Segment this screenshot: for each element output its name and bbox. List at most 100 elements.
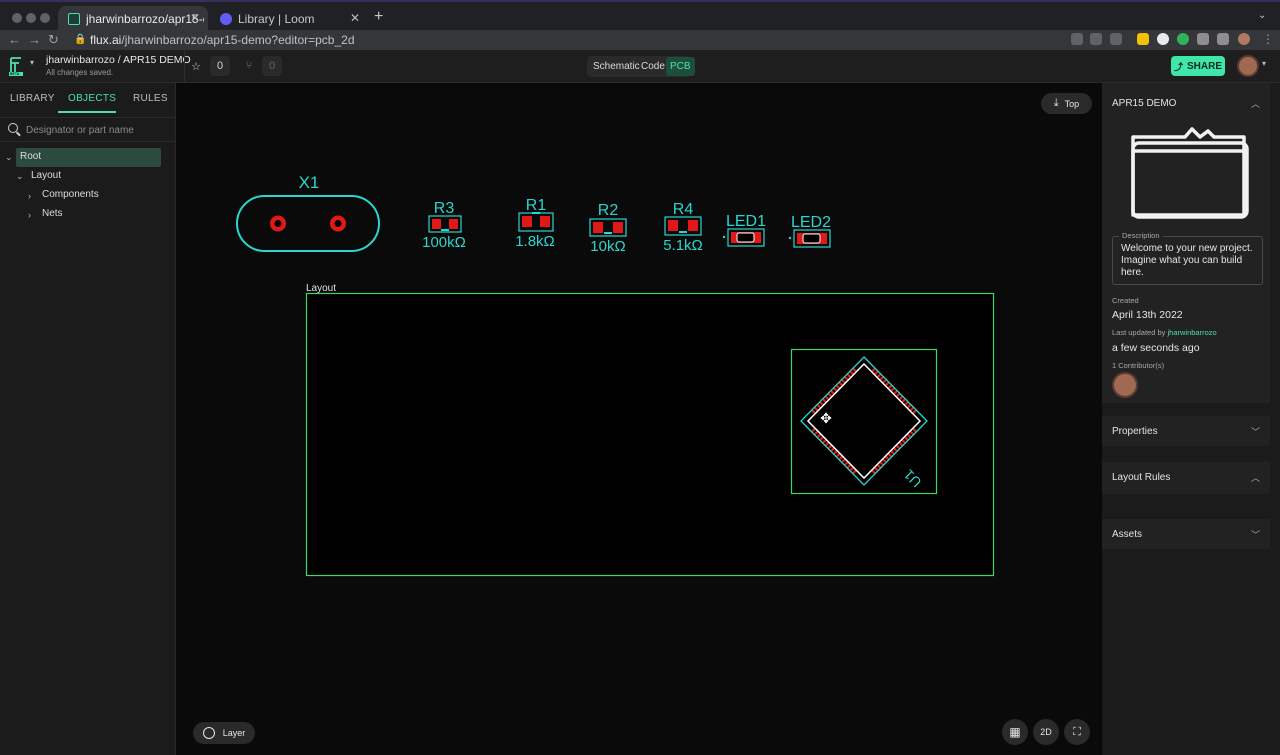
active-tab-underline bbox=[58, 111, 116, 113]
browser-tab-flux[interactable]: jharwinbarrozo/apr15-demo: W ✕ bbox=[58, 6, 208, 32]
star-icon[interactable]: ☆ bbox=[188, 56, 204, 76]
extension-yellow-icon[interactable] bbox=[1137, 33, 1149, 45]
extension-g-icon[interactable] bbox=[1157, 33, 1169, 45]
chevron-up-icon[interactable]: ︿ bbox=[1251, 471, 1260, 484]
pcb-canvas[interactable]: X1 R3 100kΩ R1 1.8kΩ R2 10kΩ R4 5.1kΩ LE… bbox=[176, 83, 1102, 755]
star-count: 0 bbox=[210, 56, 230, 76]
chevron-down-icon[interactable]: ﹀ bbox=[1251, 528, 1260, 541]
window-close-dot[interactable] bbox=[12, 13, 22, 23]
share-button[interactable]: ⤴ SHARE bbox=[1171, 56, 1225, 76]
install-icon[interactable] bbox=[1071, 33, 1083, 45]
tab-rules[interactable]: RULES bbox=[133, 93, 168, 104]
chevron-down-icon[interactable]: ﹀ bbox=[1251, 425, 1260, 438]
loom-favicon-icon bbox=[220, 13, 232, 25]
user-avatar[interactable] bbox=[1237, 55, 1259, 77]
logo-menu-chevron-icon[interactable]: ▾ bbox=[30, 58, 34, 67]
project-info-section: APR15 DEMO ︿ Description Welcome to your… bbox=[1102, 83, 1270, 403]
flux-logo-icon[interactable]: BETA bbox=[7, 56, 27, 77]
view-top-label: Top bbox=[1064, 98, 1080, 109]
window-minimize-dot[interactable] bbox=[26, 13, 36, 23]
description-field[interactable]: Description Welcome to your new project.… bbox=[1112, 231, 1263, 285]
label-x1: X1 bbox=[299, 173, 320, 192]
tab-code[interactable]: Code bbox=[637, 57, 669, 76]
label-r3: R3 bbox=[434, 200, 455, 217]
project-title: APR15 DEMO bbox=[1112, 98, 1177, 109]
tab-objects[interactable]: OBJECTS bbox=[68, 93, 116, 104]
search-input[interactable] bbox=[26, 123, 171, 138]
browser-tab-loom[interactable]: Library | Loom ✕ bbox=[210, 6, 368, 32]
component-r1[interactable] bbox=[518, 212, 554, 232]
new-tab-button[interactable]: + bbox=[374, 8, 383, 26]
share-label: SHARE bbox=[1187, 60, 1223, 72]
window-maximize-dot[interactable] bbox=[40, 13, 50, 23]
value-r4: 5.1kΩ bbox=[663, 237, 703, 254]
left-panel: LIBRARY OBJECTS RULES ⌄ Root ⌄ Layout › … bbox=[0, 83, 176, 755]
search-row bbox=[0, 117, 176, 142]
value-r3: 100kΩ bbox=[422, 234, 466, 251]
grid-off-icon: ▦ bbox=[1009, 725, 1021, 739]
updated-by-link[interactable]: jharwinbarrozo bbox=[1167, 328, 1216, 337]
fork-icon[interactable]: ⑂ bbox=[240, 56, 258, 76]
value-r2: 10kΩ bbox=[590, 238, 625, 255]
tree-item-layout[interactable]: Layout bbox=[31, 167, 61, 185]
component-r3[interactable] bbox=[428, 215, 462, 233]
bookmark-star-icon[interactable] bbox=[1110, 33, 1122, 45]
url-field[interactable]: 🔒 flux.ai/jharwinbarrozo/apr15-demo?edit… bbox=[68, 31, 1068, 49]
side-panel-icon[interactable] bbox=[1217, 33, 1229, 45]
contributor-avatar[interactable] bbox=[1112, 372, 1138, 398]
layout-label: Layout bbox=[306, 283, 336, 294]
component-r2[interactable] bbox=[589, 218, 627, 237]
chevron-up-icon[interactable]: ︿ bbox=[1251, 97, 1260, 110]
component-led1[interactable] bbox=[722, 228, 765, 247]
tree-item-root[interactable]: Root bbox=[20, 148, 41, 166]
project-path[interactable]: jharwinbarrozo / APR15 DEMO bbox=[46, 54, 191, 66]
browser-menu-icon[interactable]: ⋮ bbox=[1262, 32, 1274, 46]
extensions-puzzle-icon[interactable] bbox=[1197, 33, 1209, 45]
move-cursor-icon: ✥ bbox=[820, 410, 832, 426]
chevron-down-icon[interactable]: ⌄ bbox=[5, 152, 13, 163]
label-r1: R1 bbox=[526, 197, 547, 214]
tree-item-components[interactable]: Components bbox=[42, 186, 99, 204]
download-arrow-icon: ⤓ bbox=[1053, 97, 1059, 109]
layout-rules-section[interactable]: Layout Rules ︿ bbox=[1102, 462, 1270, 494]
back-arrow-icon[interactable]: ← bbox=[8, 32, 21, 47]
tab-schematic[interactable]: Schematic bbox=[589, 57, 644, 76]
folder-icon bbox=[1131, 127, 1249, 219]
tab-library[interactable]: LIBRARY bbox=[10, 93, 55, 104]
component-led2[interactable] bbox=[788, 229, 831, 248]
description-label: Description bbox=[1119, 231, 1163, 240]
tree-item-nets[interactable]: Nets bbox=[42, 205, 63, 223]
reload-icon[interactable]: ↻ bbox=[48, 32, 59, 48]
fullscreen-button[interactable]: ⛶ bbox=[1064, 719, 1090, 745]
tab-search-chevron-icon[interactable]: ⌄ bbox=[1258, 10, 1266, 21]
tab-pcb[interactable]: PCB bbox=[666, 57, 695, 76]
right-panel: APR15 DEMO ︿ Description Welcome to your… bbox=[1102, 83, 1280, 755]
contributors-label: 1 Contributor(s) bbox=[1112, 361, 1165, 370]
user-menu-chevron-icon[interactable]: ▾ bbox=[1262, 59, 1266, 68]
assets-section[interactable]: Assets ﹀ bbox=[1102, 519, 1270, 549]
layer-button[interactable]: Layer bbox=[193, 722, 255, 744]
view-mode-button[interactable]: 2D bbox=[1033, 719, 1059, 745]
fullscreen-icon: ⛶ bbox=[1073, 725, 1081, 738]
created-label: Created bbox=[1112, 296, 1139, 305]
updated-label: Last updated by jharwinbarrozo bbox=[1112, 328, 1217, 337]
forward-arrow-icon[interactable]: → bbox=[28, 32, 41, 47]
fork-count: 0 bbox=[262, 56, 282, 76]
component-r4[interactable] bbox=[664, 216, 702, 236]
component-x1[interactable] bbox=[236, 195, 380, 252]
app-header: BETA ▾ jharwinbarrozo / APR15 DEMO All c… bbox=[0, 50, 1280, 83]
close-tab-icon[interactable]: ✕ bbox=[350, 11, 360, 25]
pcb-drawing[interactable]: X1 R3 100kΩ R1 1.8kΩ R2 10kΩ R4 5.1kΩ LE… bbox=[176, 83, 1102, 755]
close-tab-icon[interactable]: ✕ bbox=[190, 11, 200, 25]
extension-green-icon[interactable] bbox=[1177, 33, 1189, 45]
properties-section[interactable]: Properties ﹀ bbox=[1102, 416, 1270, 446]
chevron-right-icon[interactable]: › bbox=[28, 191, 31, 201]
view-top-button[interactable]: ⤓ Top bbox=[1041, 93, 1092, 114]
share-icon: ⤴ bbox=[1173, 61, 1183, 72]
grid-toggle-button[interactable]: ▦ bbox=[1002, 719, 1028, 745]
share-page-icon[interactable] bbox=[1090, 33, 1102, 45]
chevron-right-icon[interactable]: › bbox=[28, 210, 31, 220]
chevron-down-icon[interactable]: ⌄ bbox=[16, 171, 24, 182]
properties-title: Properties bbox=[1112, 426, 1158, 437]
profile-avatar[interactable] bbox=[1238, 33, 1250, 45]
